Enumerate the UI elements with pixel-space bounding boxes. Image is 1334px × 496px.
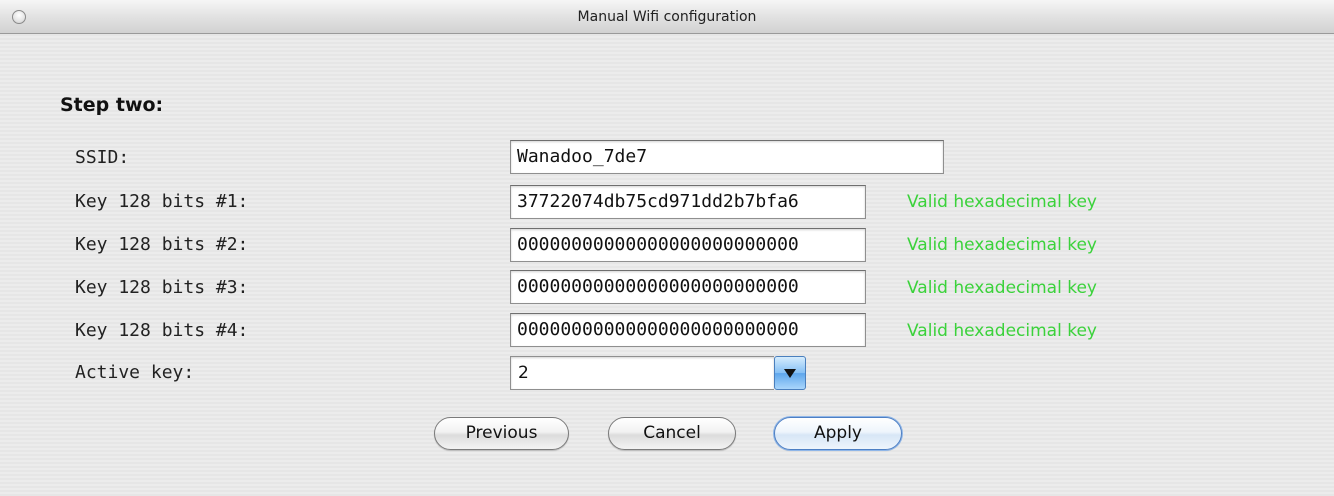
- window-title: Manual Wifi configuration: [577, 9, 757, 25]
- step-heading: Step two:: [60, 94, 164, 116]
- key2-label: Key 128 bits #2:: [75, 234, 249, 255]
- key4-field[interactable]: 00000000000000000000000000: [510, 313, 866, 347]
- key4-label: Key 128 bits #4:: [75, 320, 249, 341]
- key2-status: Valid hexadecimal key: [907, 235, 1097, 255]
- previous-button[interactable]: Previous: [434, 417, 569, 450]
- active-key-select[interactable]: 2: [510, 356, 774, 390]
- wifi-config-window: Manual Wifi configuration Step two: SSID…: [0, 0, 1334, 496]
- key1-field[interactable]: 37722074db75cd971dd2b7bfa6: [510, 185, 866, 219]
- cancel-button[interactable]: Cancel: [608, 417, 736, 450]
- key1-status: Valid hexadecimal key: [907, 192, 1097, 212]
- key4-status: Valid hexadecimal key: [907, 321, 1097, 341]
- apply-button[interactable]: Apply: [774, 417, 902, 450]
- active-key-label: Active key:: [75, 362, 195, 383]
- key3-field[interactable]: 00000000000000000000000000: [510, 270, 866, 304]
- key1-label: Key 128 bits #1:: [75, 191, 249, 212]
- ssid-label: SSID:: [75, 147, 130, 168]
- key3-label: Key 128 bits #3:: [75, 277, 249, 298]
- title-bar[interactable]: Manual Wifi configuration: [0, 0, 1334, 34]
- ssid-field[interactable]: Wanadoo_7de7: [510, 140, 944, 174]
- key2-field[interactable]: 00000000000000000000000000: [510, 228, 866, 262]
- key3-status: Valid hexadecimal key: [907, 278, 1097, 298]
- chevron-down-icon[interactable]: [774, 356, 806, 390]
